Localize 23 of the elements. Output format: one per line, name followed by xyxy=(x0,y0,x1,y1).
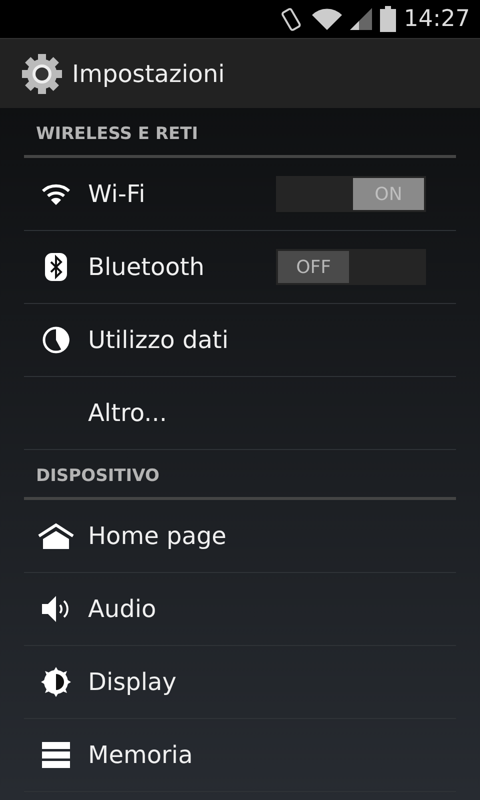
section-header: DISPOSITIVO xyxy=(36,466,160,486)
clock: 14:27 xyxy=(404,4,470,34)
setting-label[interactable]: Wi-Fi xyxy=(88,176,276,212)
section-header: WIRELESS E RETI xyxy=(36,124,198,144)
battery-icon xyxy=(380,6,396,32)
gear-icon[interactable] xyxy=(20,52,64,96)
wifi-signal-icon xyxy=(312,8,342,30)
setting-label[interactable]: Audio xyxy=(88,591,456,627)
home-icon xyxy=(37,522,75,550)
bluetooth-icon xyxy=(45,253,67,281)
screen-title: Impostazioni xyxy=(72,58,225,90)
cell-signal-icon xyxy=(350,8,372,30)
setting-label[interactable]: Home page xyxy=(88,518,456,554)
toggle-switch[interactable]: OFF xyxy=(276,249,426,285)
setting-label[interactable]: Display xyxy=(88,664,456,700)
storage-icon xyxy=(42,742,70,768)
setting-label[interactable]: Bluetooth xyxy=(88,249,276,285)
setting-label[interactable]: Utilizzo dati xyxy=(88,322,456,358)
setting-label[interactable]: Memoria xyxy=(88,737,456,773)
wifi-icon xyxy=(41,183,71,205)
setting-label[interactable]: Altro... xyxy=(88,395,456,431)
brightness-icon xyxy=(41,667,71,697)
data-usage-icon xyxy=(42,326,70,354)
